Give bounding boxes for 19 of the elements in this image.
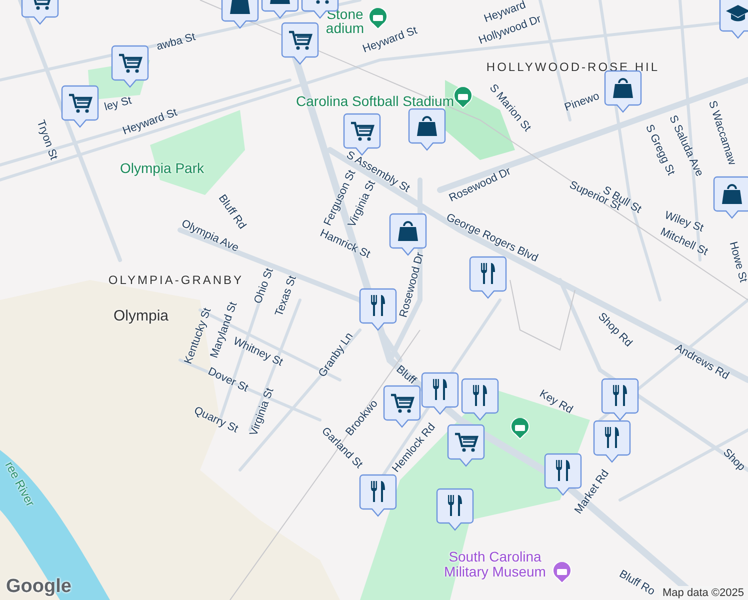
park-label: adium xyxy=(326,20,364,36)
street-label: Bluff Ro xyxy=(617,568,657,598)
street-label: Key Rd xyxy=(537,388,575,416)
neighborhood-label: HOLLYWOOD-ROSE HIL xyxy=(486,60,660,74)
park-label: Olympia Park xyxy=(120,160,204,176)
street-label: Tryon St xyxy=(34,118,60,162)
street-label: Bluff xyxy=(394,363,418,387)
street-label: Ohio St xyxy=(252,266,276,306)
park-label: Carolina Softball Stadium xyxy=(296,93,454,109)
street-label: ley St xyxy=(103,94,133,114)
street-label: Howe St xyxy=(726,240,748,284)
street-label: Dover St xyxy=(206,366,250,394)
street-label: awba St xyxy=(155,31,197,53)
museum-label: South Carolina Military Museum xyxy=(443,550,547,580)
river-label: ree River xyxy=(2,459,38,509)
place-label: Olympia xyxy=(114,308,168,324)
street-label: Pinewo xyxy=(563,90,601,114)
neighborhood-label: OLYMPIA-GRANBY xyxy=(108,273,244,287)
street-label: Texas St xyxy=(273,274,299,318)
